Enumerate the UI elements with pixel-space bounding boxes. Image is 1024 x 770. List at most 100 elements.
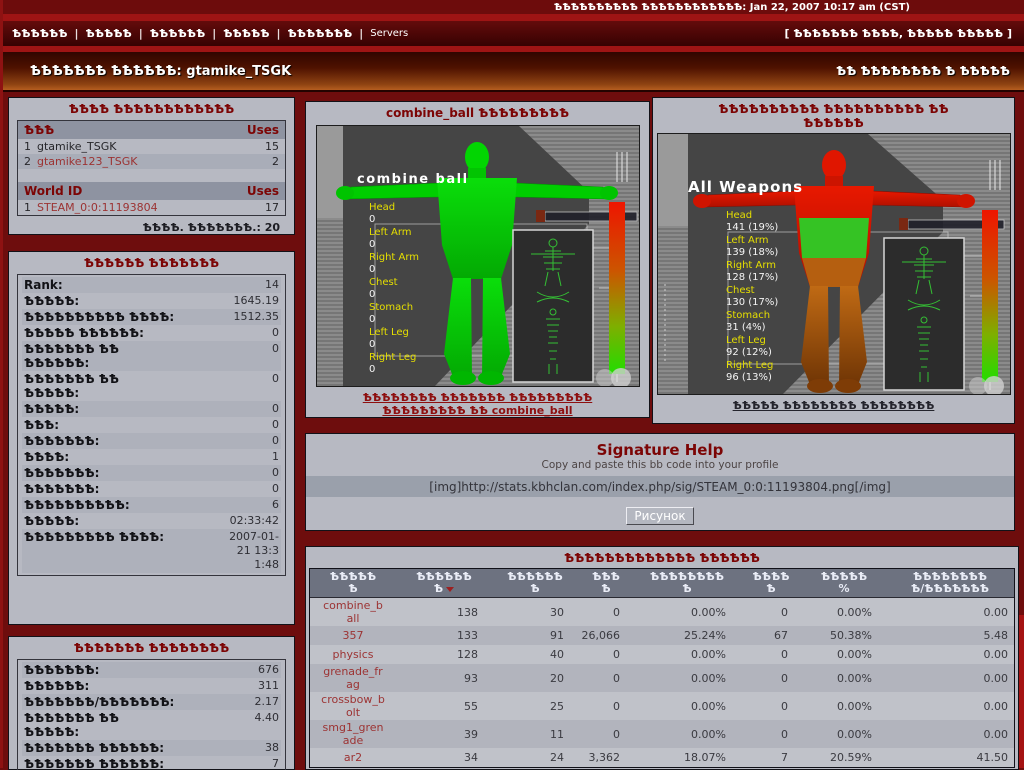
allweapons-title-line2: ѢѢѢѢѢѢ	[653, 116, 1014, 130]
nav-item-servers[interactable]: Servers	[370, 28, 408, 39]
table-spacer	[18, 169, 285, 182]
col-hs-percent[interactable]: ѢѢѢѢѢ%	[802, 569, 886, 597]
weapon-row: smg1_grenade 39 11 0 0.00% 0 0.00% 0.00	[310, 720, 1014, 748]
signature-bbcode[interactable]: [img]http://stats.kbhclan.com/index.php/…	[306, 476, 1014, 497]
col-weapon[interactable]: ѢѢѢѢѢѢ	[310, 569, 396, 597]
nav-item-1[interactable]: ѢѢѢѢѢѢ	[12, 27, 67, 40]
stat-value: 2.17	[255, 695, 280, 709]
stat-row: ѢѢѢѢѢ:0	[22, 401, 281, 417]
main-navigation: ѢѢѢѢѢѢ | ѢѢѢѢѢ | ѢѢѢѢѢѢ | ѢѢѢѢѢ | ѢѢѢѢѢѢ…	[0, 21, 1024, 46]
part-label: Stomach	[726, 310, 770, 321]
part-value: 0	[369, 314, 375, 325]
stat-value: 0	[272, 342, 279, 370]
deaths-value: 40	[492, 648, 578, 661]
headshots-value: 0	[740, 672, 802, 685]
signature-image-button[interactable]: Рисунок	[626, 507, 693, 525]
alias-uses: 2	[272, 155, 279, 168]
stat-value: 6	[272, 498, 279, 512]
kills-value: 128	[396, 648, 492, 661]
weapon-row: ar2 34 24 3,362 18.07% 7 20.59% 41.50	[310, 748, 1014, 767]
row-rank: 1	[24, 140, 31, 153]
allweapons-caption-link[interactable]: ѢѢѢѢѢ ѢѢѢѢѢѢѢѢ ѢѢѢѢѢѢѢѢ	[653, 399, 1014, 412]
nav-separator: |	[74, 27, 78, 40]
accuracy-value: 0.00%	[634, 672, 740, 685]
row-rank: 1	[24, 201, 31, 214]
weapon-link[interactable]: 357	[343, 629, 364, 642]
stat-label: ѢѢѢѢѢѢѢѢѢ ѢѢѢѢ:	[24, 530, 227, 572]
nav-item-5[interactable]: ѢѢѢѢѢѢѢ	[288, 27, 353, 40]
col-accuracy[interactable]: ѢѢѢѢѢѢѢѢѢ	[634, 569, 740, 597]
weapon-link[interactable]: combine_ball	[320, 599, 386, 625]
combat-stats-title: ѢѢѢѢѢѢѢ ѢѢѢѢѢѢѢѢ	[9, 637, 294, 657]
accuracy-value: 0.00%	[634, 648, 740, 661]
weapon-link[interactable]: ar2	[344, 751, 362, 764]
nav-separator: |	[276, 27, 280, 40]
col-header-uses[interactable]: Uses	[247, 123, 279, 137]
allweapons-model-image: All Weapons Head 141 (19%) Left Arm 139 …	[657, 133, 1011, 395]
part-value: 96 (13%)	[726, 372, 772, 383]
headshots-value: 0	[740, 648, 802, 661]
steamid-link[interactable]: STEAM_0:0:11193804	[37, 201, 265, 214]
part-label: Head	[726, 210, 752, 221]
col-kills[interactable]: ѢѢѢѢѢѢѢ	[396, 569, 492, 597]
stat-label: ѢѢѢѢ:	[24, 450, 272, 464]
weapon-link[interactable]: physics	[332, 648, 373, 661]
alias-name-link[interactable]: gtamike123_TSGK	[37, 155, 272, 168]
stat-row: ѢѢѢѢѢѢѢ ѢѢ ѢѢѢѢѢ:4.40	[22, 710, 281, 740]
hs-percent-value: 0.00%	[802, 606, 886, 619]
stat-label: ѢѢѢѢѢѢѢ/ѢѢѢѢѢѢѢ:	[24, 695, 255, 709]
stat-label: ѢѢѢѢѢ:	[24, 294, 234, 308]
col-header-uses[interactable]: Uses	[247, 184, 279, 198]
stat-value: 676	[258, 663, 279, 677]
stat-value: 0	[272, 418, 279, 432]
deaths-value: 30	[492, 606, 578, 619]
stat-value: 0	[272, 434, 279, 448]
dmg-per-kill-value: 0.00	[886, 606, 1014, 619]
stat-row: ѢѢѢѢѢѢѢ/ѢѢѢѢѢѢѢ:2.17	[22, 694, 281, 710]
weapon-row: physics 128 40 0 0.00% 0 0.00% 0.00	[310, 645, 1014, 664]
stat-value: 0	[272, 326, 279, 340]
model-label: combine ball	[357, 172, 469, 187]
row-rank: 2	[24, 155, 31, 168]
header-right-link[interactable]: ѢѢ ѢѢѢѢѢѢѢѢ Ѣ ѢѢѢѢѢ	[836, 64, 1010, 78]
nav-item-3[interactable]: ѢѢѢѢѢѢ	[150, 27, 205, 40]
stat-row: ѢѢѢѢѢ:1645.19	[22, 293, 281, 309]
hitbox-inset	[884, 238, 964, 390]
col-headshots[interactable]: ѢѢѢѢѢ	[740, 569, 802, 597]
nav-item-4[interactable]: ѢѢѢѢѢ	[223, 27, 269, 40]
kills-value: 34	[396, 751, 492, 764]
col-header-worldid[interactable]: World ID	[24, 184, 247, 198]
stat-value: 1512.35	[234, 310, 280, 324]
stat-value: 7	[272, 757, 279, 770]
col-header-name[interactable]: ѢѢѢ	[24, 123, 247, 137]
main-content: ѢѢѢѢ ѢѢѢѢѢѢѢѢѢѢѢѢ ѢѢѢ Uses 1 gtamike_TSG…	[0, 92, 1024, 770]
part-value: 139 (18%)	[726, 247, 778, 258]
kills-value: 39	[396, 728, 492, 741]
col-dmg-per-kill[interactable]: ѢѢѢѢѢѢѢѢѢ/ѢѢѢѢѢѢѢ	[886, 569, 1014, 597]
player-stats-title: ѢѢѢѢѢѢ ѢѢѢѢѢѢѢ	[9, 252, 294, 272]
alias-uses: 15	[265, 140, 279, 153]
part-value: 0	[369, 289, 375, 300]
hitgroup-caption-link2[interactable]: ѢѢѢѢѢѢѢѢѢ ѢѢ combine_ball	[306, 404, 649, 417]
stat-value: 14	[265, 278, 279, 292]
stat-row: Rank:14	[22, 277, 281, 293]
page-frame-left	[0, 0, 3, 768]
stat-label: ѢѢѢѢѢѢѢ:	[24, 466, 272, 480]
weapon-link[interactable]: crossbow_bolt	[320, 693, 386, 719]
weapon-link[interactable]: smg1_grenade	[320, 721, 386, 747]
stat-label: ѢѢѢѢѢѢѢ:	[24, 663, 258, 677]
stat-label: ѢѢѢѢѢѢѢ ѢѢѢѢѢѢ:	[24, 757, 272, 770]
part-value: 0	[369, 364, 375, 375]
stat-label: Rank:	[24, 278, 265, 292]
dmg-per-kill-value: 0.00	[886, 648, 1014, 661]
top-status-bar: ѢѢѢѢѢѢѢѢѢѢ ѢѢѢѢѢѢѢѢѢѢѢѢ: Jan 22, 2007 10…	[0, 0, 1024, 14]
nav-item-2[interactable]: ѢѢѢѢѢ	[86, 27, 132, 40]
nav-login-link[interactable]: [ ѢѢѢѢѢѢѢ ѢѢѢѢ, ѢѢѢѢѢ ѢѢѢѢѢ ]	[785, 27, 1013, 40]
damage-scale-bar	[982, 210, 998, 382]
stat-value: 311	[258, 679, 279, 693]
col-damage[interactable]: ѢѢѢѢ	[578, 569, 634, 597]
hitgroup-caption-link[interactable]: ѢѢѢѢѢѢѢѢ ѢѢѢѢѢѢѢ ѢѢѢѢѢѢѢѢѢ	[306, 391, 649, 404]
weapon-link[interactable]: grenade_frag	[320, 665, 386, 691]
col-deaths[interactable]: ѢѢѢѢѢѢѢ	[492, 569, 578, 597]
allweapons-hitgroup-panel: ѢѢѢѢѢѢѢѢѢѢ ѢѢѢѢѢѢѢѢѢѢ ѢѢ ѢѢѢѢѢѢ	[652, 97, 1015, 424]
